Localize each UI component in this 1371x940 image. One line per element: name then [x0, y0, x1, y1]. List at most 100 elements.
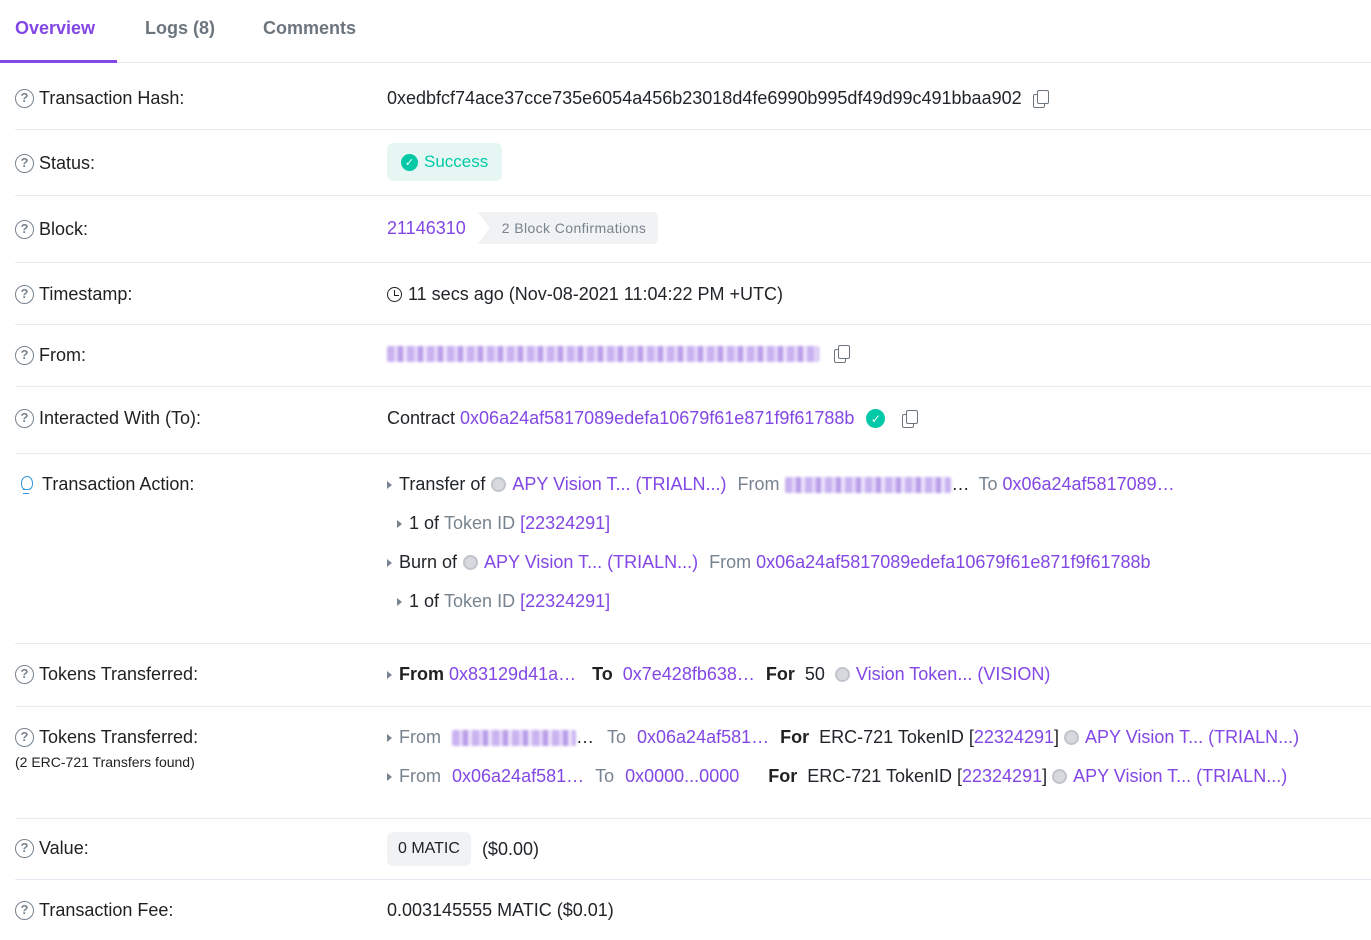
help-icon[interactable]: ? — [15, 728, 34, 747]
token-id-label: Token ID — [444, 591, 516, 611]
help-icon[interactable]: ? — [15, 409, 34, 428]
from-ellipsis: … — [951, 474, 970, 494]
contract-prefix: Contract — [387, 408, 456, 428]
help-icon[interactable]: ? — [15, 665, 34, 684]
caret-right-icon — [387, 670, 392, 679]
row-erc721-transfers: ? Tokens Transferred: (2 ERC-721 Transfe… — [15, 707, 1371, 819]
lightbulb-icon — [15, 473, 37, 495]
confirmations-badge: 2 Block Confirmations — [477, 212, 659, 244]
label-erc721-transfers: ? Tokens Transferred: (2 ERC-721 Transfe… — [15, 727, 199, 770]
value-usd: ($0.00) — [481, 838, 539, 859]
check-circle-icon: ✓ — [401, 153, 418, 171]
redacted-from-address[interactable] — [785, 476, 952, 493]
tab-comments[interactable]: Comments — [263, 18, 356, 39]
for-label: For — [768, 766, 798, 786]
redacted-from-address[interactable] — [452, 729, 576, 746]
help-icon[interactable]: ? — [15, 285, 34, 304]
row-transaction-hash: ? Transaction Hash: 0xedbfcf74ace37cce73… — [15, 63, 1371, 130]
label-from: ? From: — [15, 345, 86, 366]
from-address-link[interactable]: 0x06a24af5817089edefa10679f61e871f9f6178… — [756, 552, 1150, 573]
tx-hash-text: 0xedbfcf74ace37cce735e6054a456b23018d4fe… — [387, 88, 1022, 108]
label-transaction-action: Transaction Action: — [15, 473, 194, 495]
action-verb: Burn of — [399, 552, 458, 572]
status-text: Success — [424, 152, 489, 171]
token-icon — [463, 555, 479, 570]
erc721-count-note: (2 ERC-721 Transfers found) — [15, 754, 195, 770]
token-id-link[interactable]: [22324291] — [520, 513, 610, 534]
timestamp-value: 11 secs ago (Nov-08-2021 11:04:22 PM +UT… — [387, 284, 783, 305]
erc721-transfer-line-2: From 0x06a24af581… To 0x0000...0000 For … — [387, 766, 1287, 787]
row-tokens-transferred: ? Tokens Transferred: From 0x83129d41a… … — [15, 644, 1371, 707]
copy-icon[interactable] — [901, 409, 919, 428]
row-from: ? From: — [15, 325, 1371, 387]
verified-check-icon: ✓ — [866, 409, 886, 428]
token-icon — [491, 477, 507, 492]
contract-address-link[interactable]: 0x06a24af5817089edefa10679f61e871f9f6178… — [460, 408, 854, 429]
tab-overview[interactable]: Overview — [15, 18, 95, 39]
tab-bar: Overview Logs (8) Comments — [0, 0, 1371, 63]
label-text: Status: — [39, 153, 96, 173]
token-link[interactable]: APY Vision T... (TRIALN...) — [484, 552, 698, 573]
row-value: ? Value: 0 MATIC ($0.00) — [15, 819, 1371, 880]
help-icon[interactable]: ? — [15, 346, 34, 365]
from-value — [387, 345, 851, 363]
tab-logs[interactable]: Logs (8) — [145, 18, 215, 39]
from-ellipsis: … — [576, 727, 594, 747]
to-address-link[interactable]: 0x06a24af5817089… — [1002, 474, 1174, 495]
label-text: Transaction Action: — [42, 473, 195, 494]
block-number-link[interactable]: 21146310 — [387, 218, 466, 239]
token-id-link[interactable]: [22324291] — [520, 591, 610, 612]
label-text: Interacted With (To): — [39, 408, 202, 428]
to-address-link[interactable]: 0x0000...0000 — [625, 766, 739, 787]
help-icon[interactable]: ? — [15, 220, 34, 239]
from-address-link[interactable]: 0x83129d41a… — [449, 664, 576, 685]
caret-right-icon — [387, 480, 392, 489]
token-link[interactable]: Vision Token... (VISION) — [856, 664, 1050, 685]
action-verb: Transfer of — [399, 474, 486, 494]
label-text: Transaction Fee: — [39, 900, 174, 920]
for-label: For — [765, 664, 795, 684]
label-transaction-hash: ? Transaction Hash: — [15, 88, 184, 109]
help-icon[interactable]: ? — [15, 89, 34, 108]
token-standard: ERC-721 TokenID — [819, 727, 964, 747]
token-id-link[interactable]: 22324291 — [962, 766, 1042, 787]
erc721-transfer-line-1: From … To 0x06a24af581… For ERC-721 Toke… — [387, 727, 1299, 748]
from-label: From — [399, 766, 441, 786]
token-link[interactable]: APY Vision T... (TRIALN...) — [512, 474, 726, 495]
help-icon[interactable]: ? — [15, 901, 34, 920]
label-block: ? Block: — [15, 219, 88, 240]
from-label: From — [737, 474, 780, 494]
token-id-bracket-close: ] — [1053, 727, 1059, 747]
token-id-link[interactable]: 22324291 — [974, 727, 1054, 748]
from-address-link[interactable]: 0x06a24af581… — [452, 766, 584, 787]
help-icon[interactable]: ? — [15, 154, 34, 173]
quantity: 1 — [409, 513, 420, 533]
to-address-link[interactable]: 0x7e428fb638… — [623, 664, 755, 685]
token-id-label: Token ID — [444, 513, 516, 533]
label-text: Tokens Transferred: — [39, 727, 199, 747]
copy-icon[interactable] — [1032, 89, 1050, 108]
action-transfer-line: Transfer of APY Vision T... (TRIALN...) … — [387, 474, 1175, 495]
caret-right-icon — [397, 519, 402, 528]
tx-hash-value: 0xedbfcf74ace37cce735e6054a456b23018d4fe… — [387, 88, 1050, 109]
value-amount: 0 MATIC ($0.00) — [387, 832, 539, 866]
row-status: ? Status: ✓ Success — [15, 130, 1371, 196]
label-text: Block: — [39, 219, 89, 239]
to-address-link[interactable]: 0x06a24af581… — [637, 727, 769, 748]
caret-right-icon — [387, 772, 392, 781]
interacted-with-value: Contract 0x06a24af5817089edefa10679f61e8… — [387, 408, 919, 429]
token-icon — [1052, 769, 1068, 784]
from-label: From — [399, 727, 441, 747]
token-link[interactable]: APY Vision T... (TRIALN...) — [1073, 766, 1287, 787]
caret-right-icon — [387, 558, 392, 567]
copy-icon[interactable] — [833, 345, 851, 363]
redacted-from-address[interactable] — [387, 346, 819, 362]
label-text: Transaction Hash: — [39, 88, 185, 108]
label-value: ? Value: — [15, 838, 89, 859]
to-label: To — [592, 664, 613, 684]
help-icon[interactable]: ? — [15, 839, 34, 858]
tokens-transferred-line: From 0x83129d41a… To 0x7e428fb638… For 5… — [387, 664, 1050, 685]
token-link[interactable]: APY Vision T... (TRIALN...) — [1085, 727, 1299, 748]
row-timestamp: ? Timestamp: 11 secs ago (Nov-08-2021 11… — [15, 263, 1371, 325]
label-text: Value: — [39, 838, 89, 858]
